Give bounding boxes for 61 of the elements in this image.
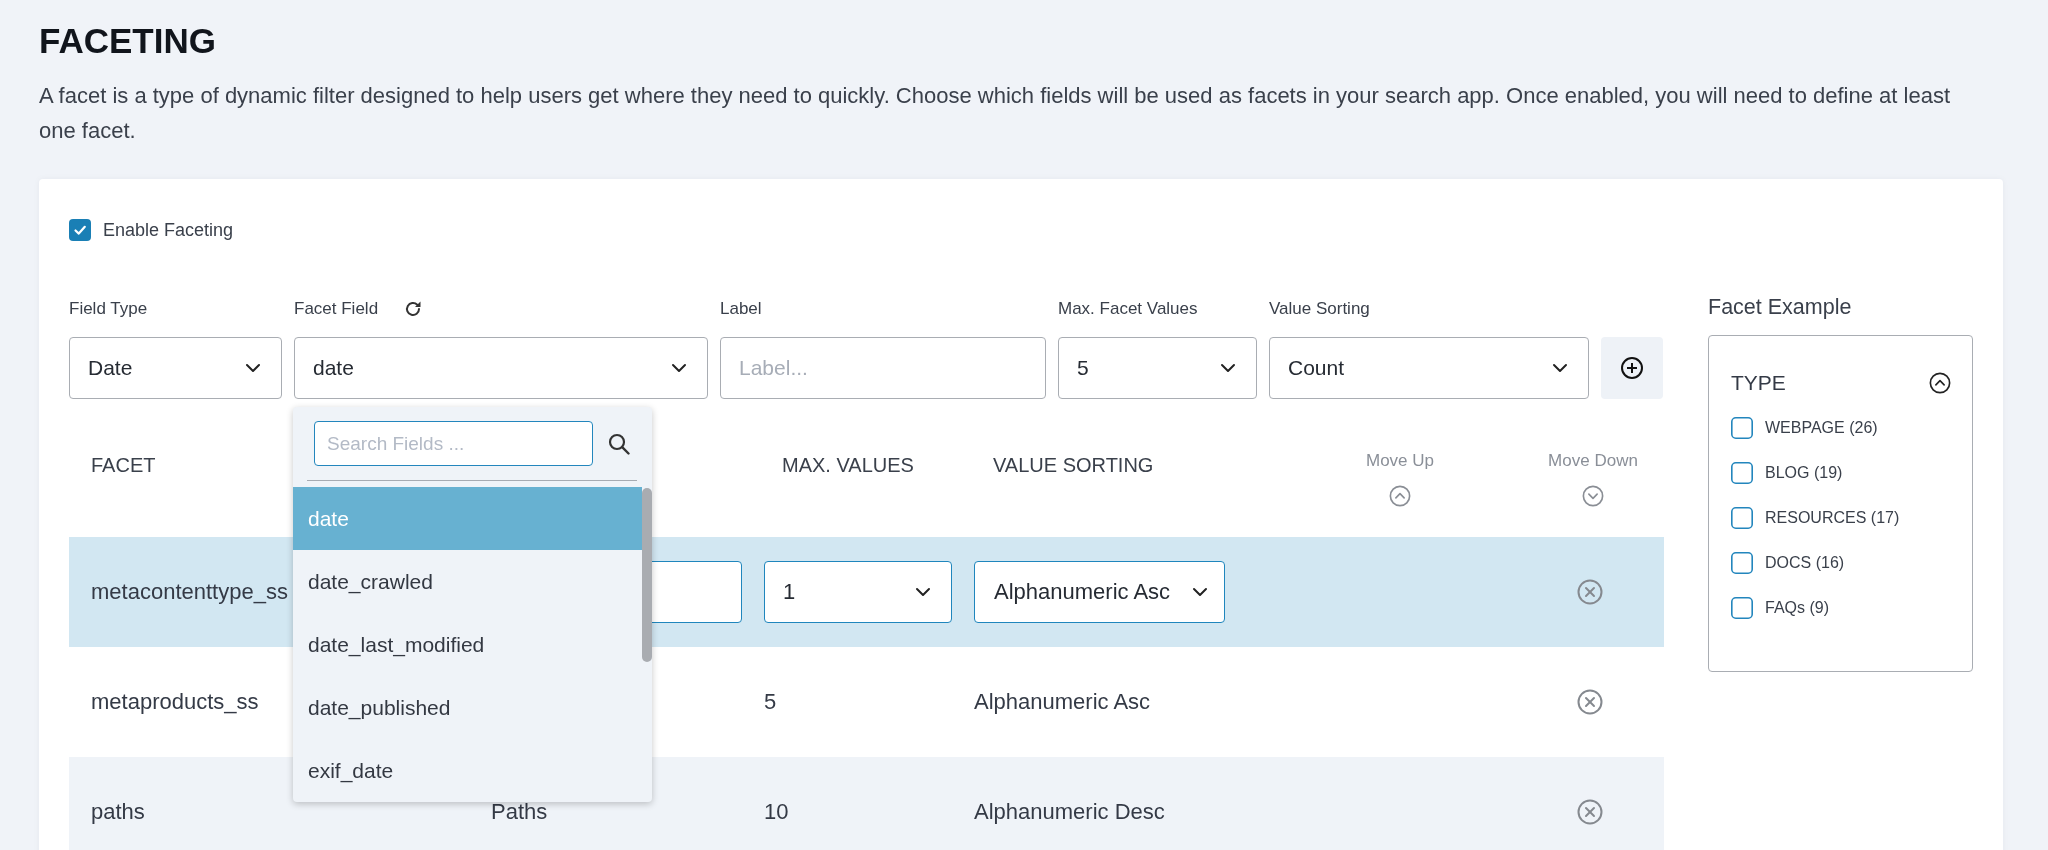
add-button[interactable] — [1601, 337, 1663, 399]
chevron-down-icon — [1192, 587, 1208, 597]
field-label: Max. Facet Values — [1058, 298, 1198, 320]
chevron-down-icon — [1552, 363, 1568, 373]
column-header: Move Down — [1548, 451, 1638, 471]
chevron-down-icon — [1220, 363, 1236, 373]
table-cell: paths — [91, 799, 145, 825]
page-description: A facet is a type of dynamic filter designed to help users get where they need to quickly. Choose which fields will be used as facets in your search app. Once enabled, you will need to define at least one facet. — [39, 82, 1952, 145]
table-cell: metaproducts_ss — [91, 689, 259, 715]
plus-circle-icon — [1620, 356, 1644, 380]
value-sorting-select[interactable]: Count — [1269, 337, 1589, 399]
checkbox[interactable] — [1731, 597, 1753, 619]
circle-chevron-icon[interactable] — [1929, 372, 1951, 394]
column-header: VALUE SORTING — [993, 453, 1154, 477]
checkbox-label: Enable Faceting — [103, 219, 234, 241]
dropdown-option[interactable]: date_crawled — [293, 550, 642, 613]
label-input[interactable]: Label... — [720, 337, 1046, 399]
field-label: Facet Field — [294, 298, 379, 320]
checkbox[interactable] — [69, 219, 91, 241]
table-cell: metacontenttype_ss — [91, 579, 288, 605]
field-label: Label — [720, 298, 762, 320]
checkbox[interactable] — [1731, 552, 1753, 574]
circle-x-icon[interactable] — [1577, 579, 1603, 605]
dropdown-option[interactable]: date_published — [293, 676, 642, 739]
field-label: Field Type — [69, 298, 148, 320]
chevron-down-icon — [915, 587, 931, 597]
checkbox[interactable] — [1731, 462, 1753, 484]
table-cell: Paths — [491, 799, 548, 824]
table-cell: 5 — [764, 689, 777, 714]
search-field[interactable]: Search Fields ... — [314, 421, 593, 466]
scrollbar-thumb[interactable] — [642, 488, 652, 662]
checkbox-label: FAQs (9) — [1765, 598, 1829, 618]
table-cell: 10 — [764, 799, 789, 824]
checkbox-label: RESOURCES (17) — [1765, 508, 1900, 528]
checkbox[interactable] — [1731, 417, 1753, 439]
circle-chevron-down-icon[interactable] — [1582, 485, 1604, 507]
chevron-down-icon — [245, 363, 261, 373]
column-header: Move Up — [1366, 451, 1434, 471]
column-header: FACET — [91, 453, 156, 477]
circle-chevron-up-icon[interactable] — [1389, 485, 1411, 507]
column-header: MAX. VALUES — [782, 453, 914, 477]
field-type-select[interactable]: Date — [69, 337, 282, 399]
facet-field-select[interactable]: date — [294, 337, 708, 399]
value-sorting-select[interactable]: Alphanumeric Asc — [974, 561, 1225, 623]
max-values-select[interactable]: 1 — [764, 561, 952, 623]
checkbox-label: DOCS (16) — [1765, 553, 1845, 573]
refresh-icon[interactable] — [404, 300, 423, 318]
circle-x-icon[interactable] — [1577, 799, 1603, 825]
max-values-select[interactable]: 5 — [1058, 337, 1257, 399]
table-cell: Alphanumeric Asc — [974, 689, 1151, 714]
table-cell: Alphanumeric Desc — [974, 799, 1165, 824]
facet-group-label: TYPE — [1731, 371, 1786, 395]
checkbox-label: WEBPAGE (26) — [1765, 418, 1878, 438]
field-label: Value Sorting — [1269, 298, 1370, 320]
search-icon[interactable] — [608, 432, 630, 455]
section-title: Facet Example — [1708, 295, 1853, 319]
page-title: FACETING — [39, 20, 217, 62]
checkbox-label: BLOG (19) — [1765, 463, 1843, 483]
circle-x-icon[interactable] — [1577, 689, 1603, 715]
checkbox[interactable] — [1731, 507, 1753, 529]
chevron-down-icon — [671, 363, 687, 373]
